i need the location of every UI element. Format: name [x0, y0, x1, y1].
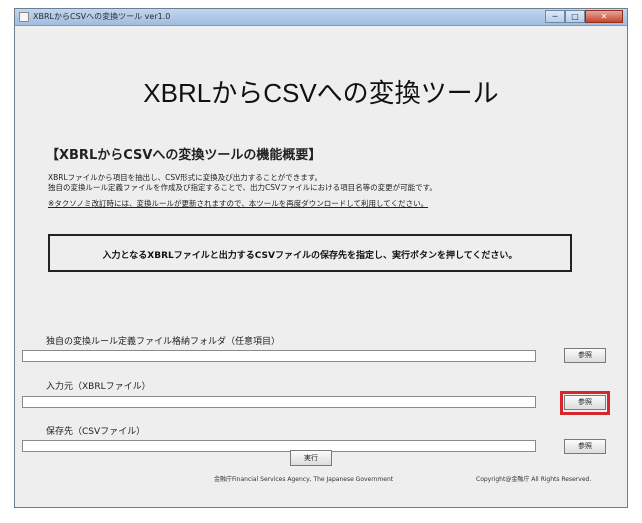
highlight-box — [560, 391, 610, 415]
instruction-text: 入力となるXBRLファイルと出力するCSVファイルの保存先を指定し、実行ボタンを… — [102, 251, 518, 261]
taxonomy-note: ※タクソノミ改訂時には、変換ルールが更新されますので、本ツールを再度ダウンロード… — [48, 199, 429, 208]
save-csv-browse-button[interactable]: 参照 — [564, 439, 606, 454]
maximize-button[interactable]: □ — [565, 10, 585, 23]
description-line-2: 独自の変換ルール定義ファイルを作成及び指定することで、出力CSVファイルにおける… — [48, 183, 437, 192]
rule-folder-label: 独自の変換ルール定義ファイル格納フォルダ（任意項目） — [46, 337, 281, 347]
close-button[interactable]: ✕ — [585, 10, 623, 23]
agency-footer: 金融庁Financial Services Agency, The Japane… — [214, 476, 394, 483]
window-title: XBRLからCSVへの変換ツール ver1.0 — [33, 12, 171, 21]
copyright-footer: Copyright@金融庁 All Rights Reserved. — [476, 476, 592, 483]
title-bar[interactable]: XBRLからCSVへの変換ツール ver1.0 ─ □ ✕ — [15, 9, 627, 26]
save-csv-label: 保存先（CSVファイル） — [46, 427, 146, 437]
rule-folder-input[interactable] — [22, 350, 536, 362]
save-csv-input[interactable] — [22, 440, 536, 452]
instruction-box: 入力となるXBRLファイルと出力するCSVファイルの保存先を指定し、実行ボタンを… — [48, 234, 572, 272]
run-button[interactable]: 実行 — [290, 450, 332, 466]
minimize-button[interactable]: ─ — [545, 10, 565, 23]
window-controls: ─ □ ✕ — [545, 10, 623, 23]
input-xbrl-label: 入力元（XBRLファイル） — [46, 382, 151, 392]
java-app-icon — [19, 12, 29, 22]
input-xbrl-input[interactable] — [22, 396, 536, 408]
page-title: XBRLからCSVへの変換ツール — [143, 78, 499, 108]
rule-folder-browse-button[interactable]: 参照 — [564, 348, 606, 363]
overview-heading: 【XBRLからCSVへの変換ツールの機能概要】 — [46, 148, 322, 163]
